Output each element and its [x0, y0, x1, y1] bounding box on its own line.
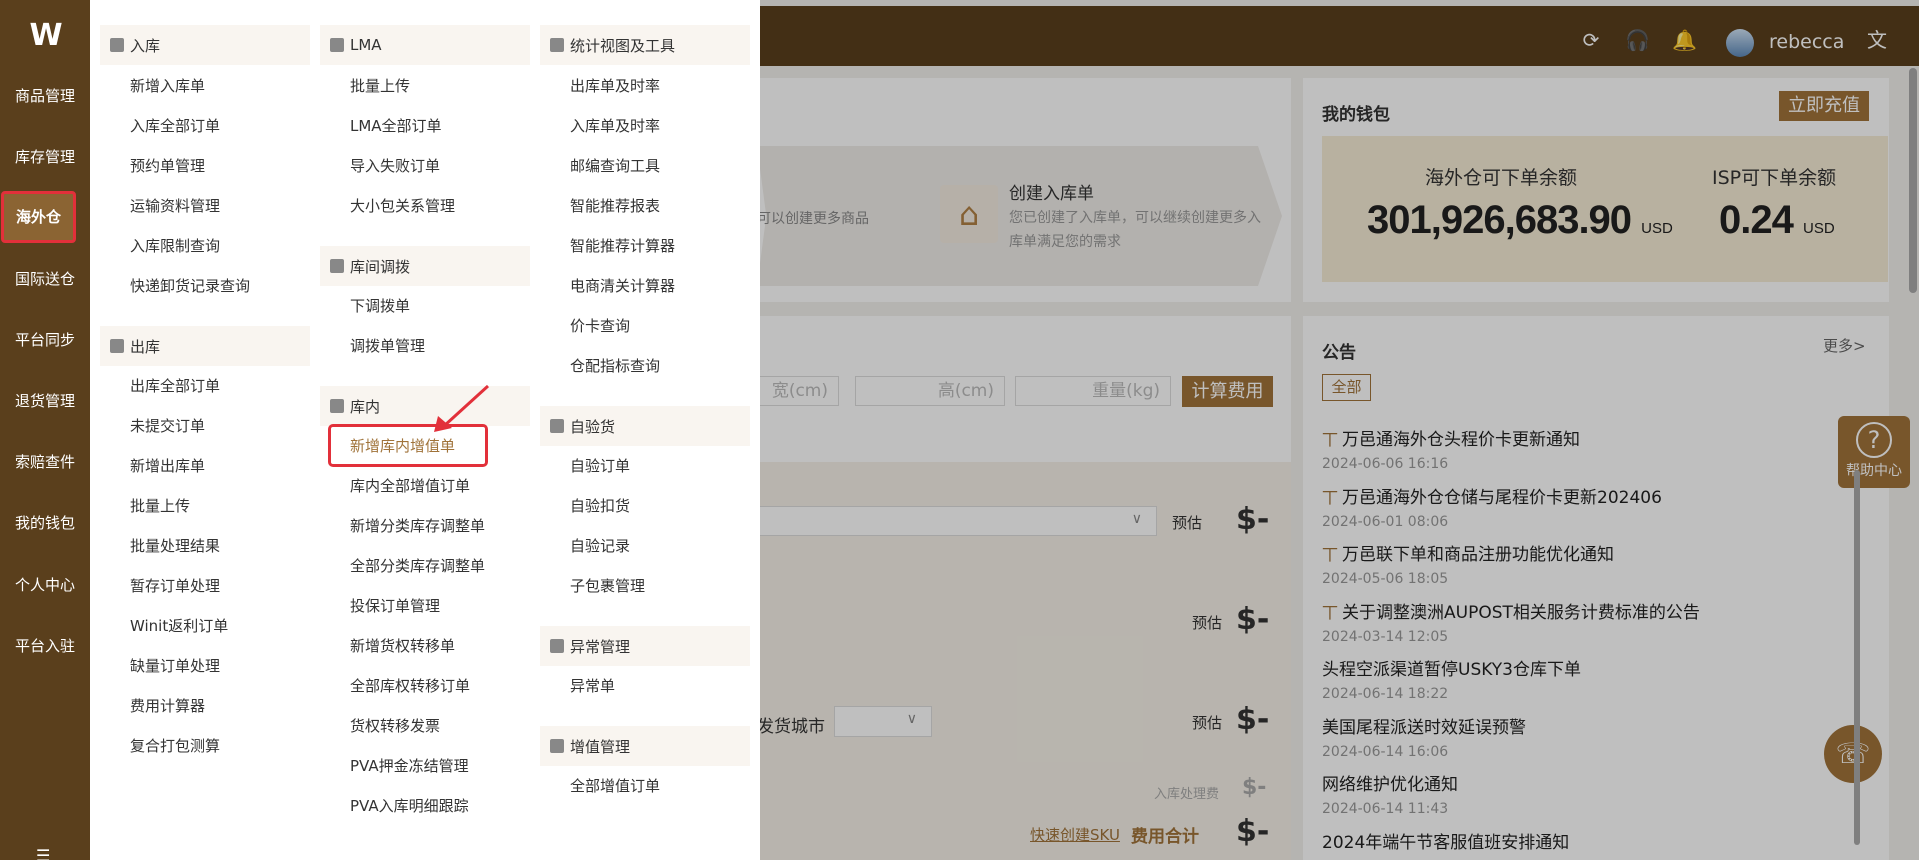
menu-item[interactable]: 全部库权转移订单: [350, 675, 470, 696]
sidebar: W 商品管理 库存管理 海外仓 国际送仓 平台同步 退货管理 索赔查件 我的钱包…: [0, 0, 90, 860]
section-inbound: 入库: [100, 25, 310, 65]
menu-item[interactable]: 导入失败订单: [350, 155, 440, 176]
inbound-icon: [110, 38, 124, 52]
self-check-icon: [550, 419, 564, 433]
sidebar-item-returns[interactable]: 退货管理: [0, 376, 90, 426]
menu-item[interactable]: 入库单及时率: [570, 115, 660, 136]
section-transfer: 库间调拨: [320, 246, 530, 286]
sidebar-item-product[interactable]: 商品管理: [0, 71, 90, 121]
menu-item[interactable]: 新增出库单: [130, 455, 205, 476]
menu-item[interactable]: 复合打包测算: [130, 735, 220, 756]
menu-item[interactable]: 自验记录: [570, 535, 630, 556]
menu-item[interactable]: 新增入库单: [130, 75, 205, 96]
menu-item[interactable]: 下调拨单: [350, 295, 410, 316]
sidebar-item-claims[interactable]: 索赔查件: [0, 437, 90, 487]
logo: W: [29, 18, 62, 53]
transfer-icon: [330, 259, 344, 273]
sidebar-item-overseas-warehouse[interactable]: 海外仓: [1, 191, 76, 243]
menu-item[interactable]: 电商清关计算器: [570, 275, 675, 296]
menu-item[interactable]: PVA入库明细跟踪: [350, 795, 469, 816]
sidebar-item-inventory[interactable]: 库存管理: [0, 132, 90, 182]
sidebar-item-platform-sync[interactable]: 平台同步: [0, 315, 90, 365]
sidebar-item-profile[interactable]: 个人中心: [0, 560, 90, 610]
menu-item[interactable]: 缺量订单处理: [130, 655, 220, 676]
menu-item[interactable]: 快递卸货记录查询: [130, 275, 250, 296]
section-lma: LMA: [320, 25, 530, 65]
exception-icon: [550, 639, 564, 653]
menu-item[interactable]: 自验订单: [570, 455, 630, 476]
menu-item[interactable]: 货权转移发票: [350, 715, 440, 736]
menu-item[interactable]: 全部增值订单: [570, 775, 660, 796]
menu-item[interactable]: 出库单及时率: [570, 75, 660, 96]
funnel-icon: [550, 38, 564, 52]
menu-item[interactable]: 出库全部订单: [130, 375, 220, 396]
section-self-check: 自验货: [540, 406, 750, 446]
menu-collapse-icon[interactable]: ☰: [36, 846, 50, 860]
outbound-icon: [110, 339, 124, 353]
section-in-warehouse: 库内: [320, 386, 530, 426]
menu-item[interactable]: 批量上传: [130, 495, 190, 516]
section-exception: 异常管理: [540, 626, 750, 666]
lma-icon: [330, 38, 344, 52]
menu-item[interactable]: 智能推荐计算器: [570, 235, 675, 256]
menu-item[interactable]: 费用计算器: [130, 695, 205, 716]
menu-item[interactable]: 价卡查询: [570, 315, 630, 336]
menu-item[interactable]: 入库全部订单: [130, 115, 220, 136]
menu-item[interactable]: 投保订单管理: [350, 595, 440, 616]
sidebar-item-international[interactable]: 国际送仓: [0, 254, 90, 304]
menu-item[interactable]: 邮编查询工具: [570, 155, 660, 176]
menu-item[interactable]: 暂存订单处理: [130, 575, 220, 596]
menu-item[interactable]: PVA押金冻结管理: [350, 755, 469, 776]
menu-item[interactable]: Winit返利订单: [130, 615, 228, 636]
menu-item[interactable]: 仓配指标查询: [570, 355, 660, 376]
menu-item[interactable]: 库内全部增值订单: [350, 475, 470, 496]
in-warehouse-icon: [330, 399, 344, 413]
menu-item[interactable]: 批量上传: [350, 75, 410, 96]
menu-item[interactable]: LMA全部订单: [350, 115, 442, 136]
menu-item[interactable]: 大小包关系管理: [350, 195, 455, 216]
section-stats: 统计视图及工具: [540, 25, 750, 65]
menu-item[interactable]: 预约单管理: [130, 155, 205, 176]
menu-item[interactable]: 子包裹管理: [570, 575, 645, 596]
sidebar-item-platform-join[interactable]: 平台入驻: [0, 621, 90, 671]
annotation-arrow-icon: [434, 384, 490, 432]
menu-item[interactable]: 未提交订单: [130, 415, 205, 436]
section-outbound: 出库: [100, 326, 310, 366]
section-value-added: 增值管理: [540, 726, 750, 766]
menu-item[interactable]: 全部分类库存调整单: [350, 555, 485, 576]
menu-item[interactable]: 异常单: [570, 675, 615, 696]
menu-item[interactable]: 智能推荐报表: [570, 195, 660, 216]
menu-item[interactable]: 批量处理结果: [130, 535, 220, 556]
menu-item[interactable]: 入库限制查询: [130, 235, 220, 256]
menu-item[interactable]: 自验扣货: [570, 495, 630, 516]
value-added-icon: [550, 739, 564, 753]
menu-item[interactable]: 运输资料管理: [130, 195, 220, 216]
menu-item[interactable]: 新增分类库存调整单: [350, 515, 485, 536]
sidebar-item-wallet[interactable]: 我的钱包: [0, 498, 90, 548]
menu-item[interactable]: 新增货权转移单: [350, 635, 455, 656]
menu-item[interactable]: 调拨单管理: [350, 335, 425, 356]
